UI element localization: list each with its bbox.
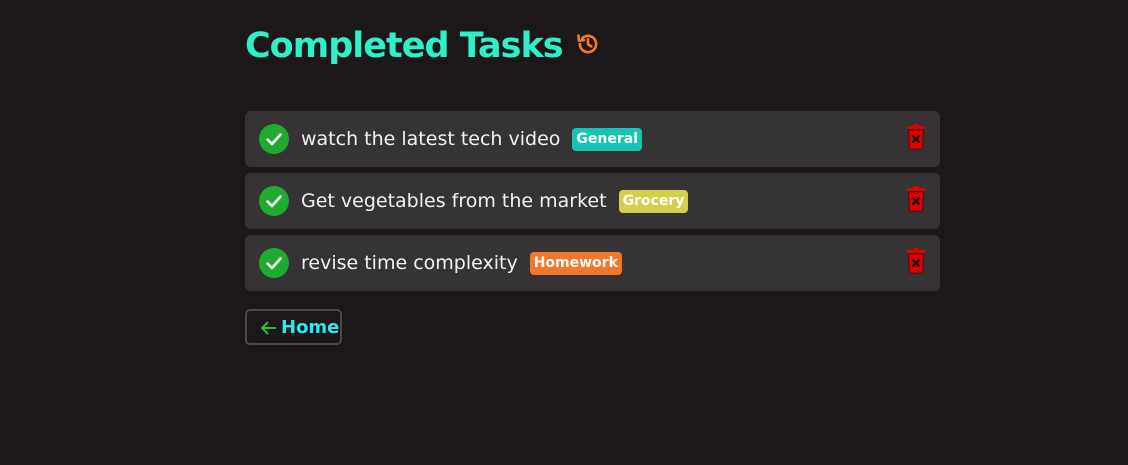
category-badge: Homework — [529, 251, 622, 275]
arrow-left-icon — [259, 319, 277, 337]
trash-icon — [907, 124, 925, 150]
page-title: Completed Tasks — [245, 26, 564, 66]
check-circle-icon — [259, 186, 289, 216]
task-item: revise time complexity Homework — [245, 235, 940, 291]
completed-task-list: watch the latest tech video General Get … — [245, 111, 940, 291]
main-content: Completed Tasks watch the latest tech vi… — [245, 22, 940, 345]
category-badge: Grocery — [618, 189, 689, 213]
task-item: Get vegetables from the market Grocery — [245, 173, 940, 229]
check-circle-icon — [259, 124, 289, 154]
delete-task-button[interactable] — [906, 186, 926, 212]
task-text: Get vegetables from the market — [301, 190, 607, 212]
check-circle-icon — [259, 248, 289, 278]
home-button[interactable]: Home — [245, 309, 342, 345]
category-badge: General — [572, 127, 643, 151]
task-text: revise time complexity — [301, 252, 518, 274]
delete-task-button[interactable] — [906, 248, 926, 274]
history-icon — [575, 31, 601, 57]
task-item: watch the latest tech video General — [245, 111, 940, 167]
title-row: Completed Tasks — [245, 22, 940, 70]
home-label: Home — [281, 316, 340, 338]
delete-task-button[interactable] — [906, 124, 926, 150]
trash-icon — [907, 248, 925, 274]
task-text: watch the latest tech video — [301, 128, 561, 150]
trash-icon — [907, 186, 925, 212]
